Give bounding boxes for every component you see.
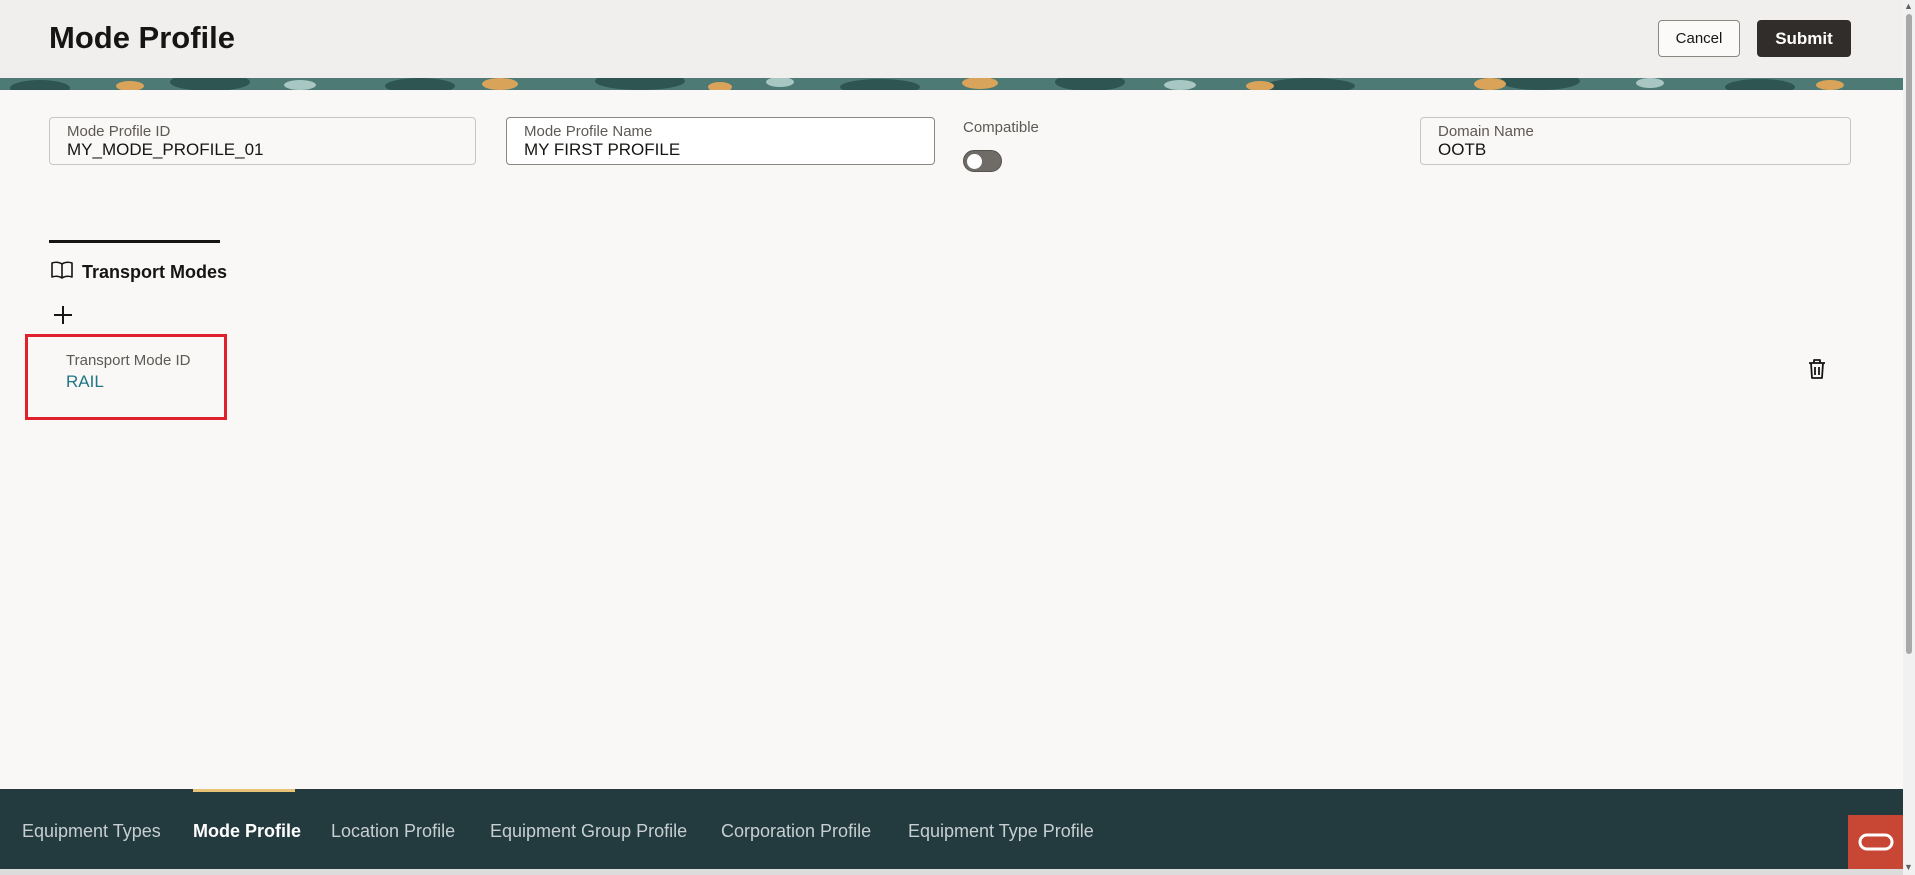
page-title: Mode Profile (49, 20, 236, 55)
transport-mode-id-label: Transport Mode ID (66, 352, 191, 369)
tab-equipment-type-profile[interactable]: Equipment Type Profile (908, 821, 1094, 842)
book-icon (51, 261, 73, 284)
active-tab-indicator (193, 789, 295, 792)
tab-equipment-group-profile[interactable]: Equipment Group Profile (490, 821, 687, 842)
bottom-navigation: Equipment Types Mode Profile Location Pr… (0, 789, 1903, 869)
page-header: Mode Profile Cancel Submit (0, 0, 1903, 78)
transport-mode-row-highlight (25, 334, 227, 420)
domain-name-field[interactable]: Domain Name OOTB (1420, 117, 1851, 165)
mode-profile-id-field[interactable]: Mode Profile ID MY_MODE_PROFILE_01 (49, 117, 476, 165)
submit-button[interactable]: Submit (1757, 20, 1851, 57)
mode-profile-name-value: MY FIRST PROFILE (524, 140, 681, 159)
domain-name-label: Domain Name (1438, 123, 1534, 140)
transport-mode-id-link[interactable]: RAIL (66, 372, 104, 392)
scroll-down-icon[interactable]: ▼ (1904, 862, 1913, 872)
bottom-strip (0, 869, 1903, 875)
tab-mode-profile[interactable]: Mode Profile (193, 821, 301, 842)
toggle-knob (967, 154, 982, 169)
tab-corporation-profile[interactable]: Corporation Profile (721, 821, 871, 842)
plus-icon[interactable] (53, 305, 73, 330)
oracle-logo-icon[interactable] (1848, 815, 1903, 869)
scroll-up-icon[interactable]: ▲ (1904, 1, 1913, 11)
compatible-toggle[interactable] (963, 150, 1002, 172)
mode-profile-name-label: Mode Profile Name (524, 123, 653, 140)
compatible-label: Compatible (963, 119, 1039, 136)
mode-profile-name-field[interactable]: Mode Profile Name MY FIRST PROFILE (506, 117, 935, 165)
tab-location-profile[interactable]: Location Profile (331, 821, 455, 842)
cancel-button[interactable]: Cancel (1658, 20, 1740, 57)
trash-icon[interactable] (1806, 358, 1828, 385)
tab-equipment-types[interactable]: Equipment Types (22, 821, 161, 842)
mode-profile-id-value: MY_MODE_PROFILE_01 (67, 140, 264, 159)
scroll-thumb[interactable] (1906, 14, 1912, 654)
transport-modes-title: Transport Modes (82, 262, 228, 282)
mode-profile-id-label: Mode Profile ID (67, 123, 171, 140)
section-tab-indicator (49, 240, 220, 243)
vertical-scrollbar[interactable]: ▲ ▼ (1903, 0, 1915, 875)
decorative-banner (0, 78, 1903, 90)
domain-name-value: OOTB (1438, 140, 1487, 159)
